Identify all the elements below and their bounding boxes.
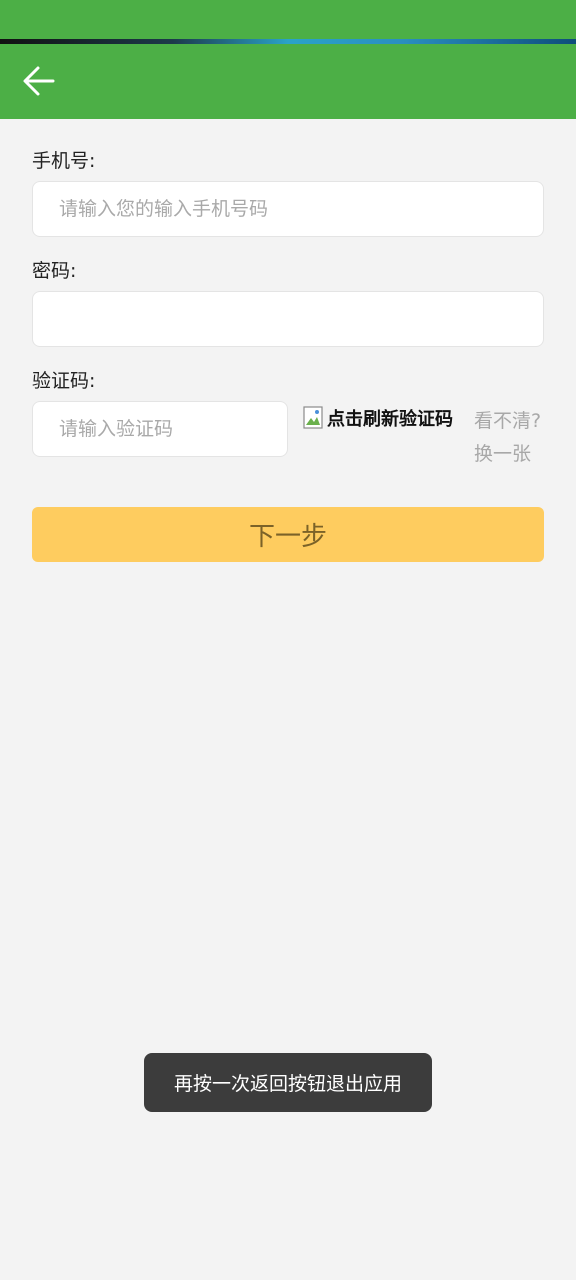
captcha-input[interactable] xyxy=(32,401,288,457)
password-input[interactable] xyxy=(32,291,544,347)
back-button[interactable] xyxy=(18,60,60,102)
broken-image-icon xyxy=(303,406,325,430)
next-button[interactable]: 下一步 xyxy=(32,507,544,562)
phone-input[interactable] xyxy=(32,181,544,237)
status-bar xyxy=(0,0,576,40)
captcha-label: 验证码: xyxy=(32,370,96,392)
app-bar xyxy=(0,44,576,119)
refresh-line1: 看不清? xyxy=(474,410,542,432)
phone-label: 手机号: xyxy=(32,150,96,172)
password-label: 密码: xyxy=(32,260,77,282)
captcha-image[interactable]: 点击刷新验证码 xyxy=(303,405,453,431)
refresh-captcha-link[interactable]: 看不清? 换一张 xyxy=(474,405,550,471)
toast-message: 再按一次返回按钮退出应用 xyxy=(144,1053,432,1112)
arrow-left-icon xyxy=(23,66,55,96)
captcha-alt-text: 点击刷新验证码 xyxy=(327,409,453,430)
refresh-line2: 换一张 xyxy=(474,443,532,465)
